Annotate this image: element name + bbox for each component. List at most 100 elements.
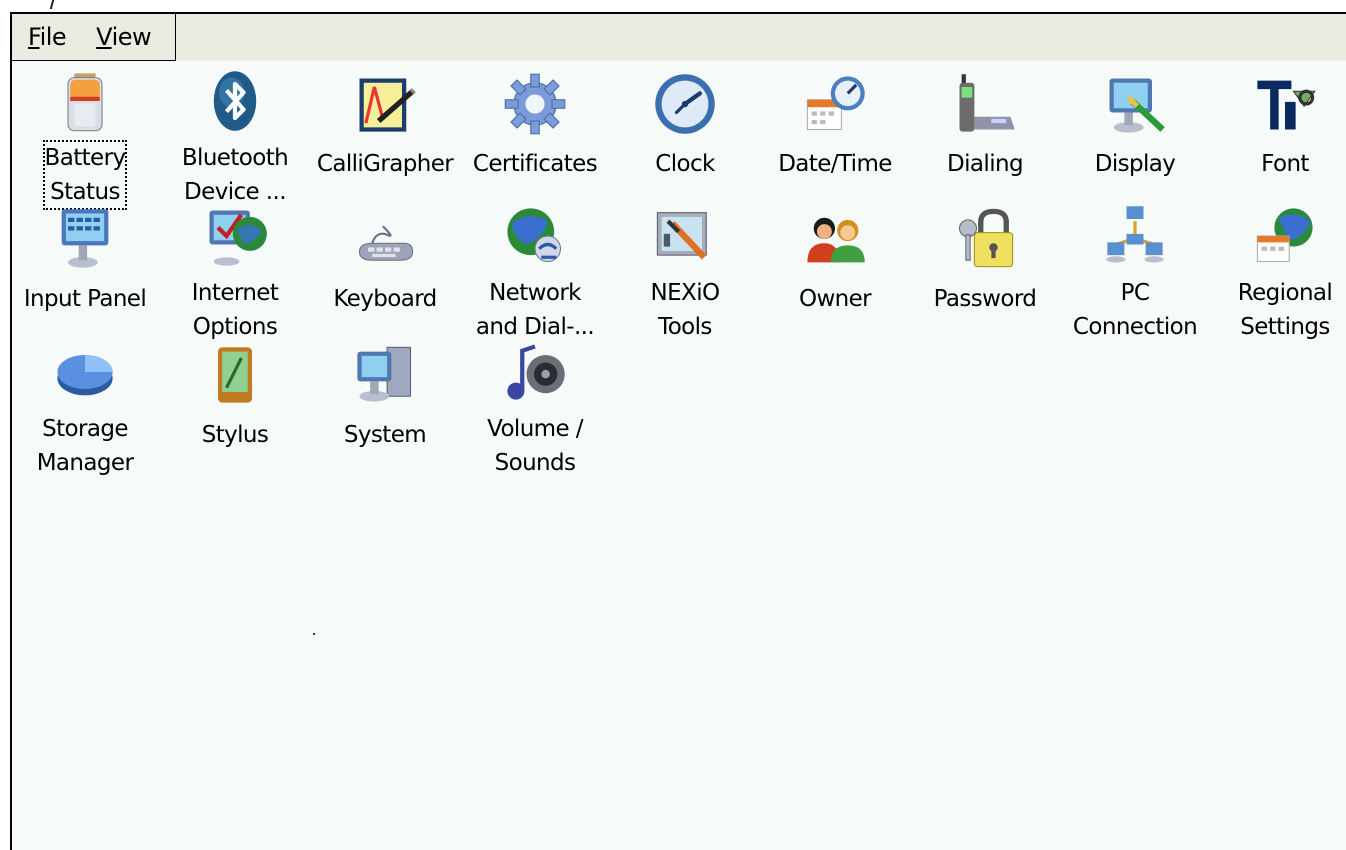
storage-manager-icon: [48, 338, 122, 406]
item-label: Input Panel: [23, 282, 147, 316]
item-label-line2: Sounds: [494, 450, 576, 476]
item-label-line2: Settings: [1240, 314, 1330, 340]
item-label: Date/Time: [777, 147, 893, 181]
item-label-line1: Regional: [1237, 280, 1333, 306]
item-label: Bluetooth Device ...: [181, 141, 289, 209]
control-panel-item-bluetooth[interactable]: Bluetooth Device ...: [160, 67, 310, 205]
item-label-line1: Input Panel: [23, 286, 147, 312]
owner-icon: [798, 202, 872, 276]
regional-settings-icon: [1248, 202, 1322, 270]
item-label: Battery Status: [42, 140, 128, 210]
display-icon: [1098, 67, 1172, 141]
control-panel-item-internet-options[interactable]: Internet Options: [160, 202, 310, 340]
item-label-line1: Stylus: [201, 422, 269, 448]
item-label-line1: Font: [1261, 151, 1309, 177]
network-icon: [498, 202, 572, 270]
bluetooth-icon: [198, 67, 272, 135]
control-panel-item-display[interactable]: Display: [1060, 67, 1210, 197]
dialing-icon: [948, 67, 1022, 141]
item-label-line1: NEXiO: [650, 280, 721, 306]
icon-view: Battery Status Bluetooth Device ... CalliGra…: [12, 62, 1346, 848]
item-label: Keyboard: [332, 282, 437, 316]
font-icon: [1248, 67, 1322, 141]
item-label-line1: Bluetooth: [181, 145, 289, 171]
control-panel-item-system[interactable]: System: [310, 338, 460, 468]
item-label-line2: Manager: [36, 450, 134, 476]
control-panel-item-stylus[interactable]: Stylus: [160, 338, 310, 468]
password-icon: [948, 202, 1022, 276]
item-label-line1: System: [343, 422, 427, 448]
control-panel-item-owner[interactable]: Owner: [760, 202, 910, 332]
item-label: NEXiO Tools: [650, 276, 721, 344]
item-label: System: [343, 418, 427, 452]
item-label: Certificates: [472, 147, 598, 181]
control-panel-item-keyboard[interactable]: Keyboard: [310, 202, 460, 332]
item-label: Display: [1094, 147, 1177, 181]
menu-view[interactable]: View: [96, 23, 151, 51]
control-panel-item-certificates[interactable]: Certificates: [460, 67, 610, 197]
control-panel-item-password[interactable]: Password: [910, 202, 1060, 332]
nexio-tools-icon: [648, 202, 722, 270]
control-panel-item-regional-settings[interactable]: Regional Settings: [1210, 202, 1346, 340]
keyboard-icon: [348, 202, 422, 276]
item-label: CalliGrapher: [316, 147, 454, 181]
item-label: Stylus: [201, 418, 270, 452]
control-panel-item-input-panel[interactable]: Input Panel: [10, 202, 160, 332]
stylus-icon: [198, 338, 272, 412]
datetime-icon: [798, 67, 872, 141]
item-label-line2: Tools: [658, 314, 712, 340]
control-panel-item-volume-sounds[interactable]: Volume / Sounds: [460, 338, 610, 476]
item-label-line1: Display: [1094, 151, 1176, 177]
stray-dot: [313, 633, 315, 635]
item-label: Owner: [798, 282, 872, 316]
menu-group: File View: [12, 14, 176, 61]
control-panel-item-font[interactable]: Font: [1210, 67, 1346, 197]
item-label-line1: PC: [1120, 280, 1150, 306]
item-label: Password: [933, 282, 1038, 316]
item-label-line1: Dialing: [947, 151, 1024, 177]
item-label-line1: Network: [489, 280, 581, 306]
control-panel-item-storage-manager[interactable]: Storage Manager: [10, 338, 160, 476]
item-label: Regional Settings: [1237, 276, 1333, 344]
certificates-icon: [498, 67, 572, 141]
internet-options-icon: [198, 202, 272, 270]
item-label: PC Connection: [1072, 276, 1198, 344]
item-label: Storage Manager: [36, 412, 135, 480]
control-panel-item-battery[interactable]: Battery Status: [10, 67, 160, 210]
input-panel-icon: [48, 202, 122, 276]
item-label: Volume / Sounds: [486, 412, 584, 480]
item-label: Network and Dial-...: [475, 276, 595, 344]
item-label-line1: Certificates: [472, 151, 598, 177]
item-label-line1: Date/Time: [778, 151, 892, 177]
item-label-line1: Clock: [655, 151, 715, 177]
pc-connection-icon: [1098, 202, 1172, 270]
control-panel-item-pc-connection[interactable]: PC Connection: [1060, 202, 1210, 340]
control-panel-item-clock[interactable]: Clock: [610, 67, 760, 197]
control-panel-item-datetime[interactable]: Date/Time: [760, 67, 910, 197]
menu-bar: File View: [12, 14, 1346, 61]
item-label: Dialing: [946, 147, 1024, 181]
menu-file[interactable]: File: [28, 23, 67, 51]
item-label-line2: Connection: [1072, 314, 1198, 340]
system-icon: [348, 338, 422, 412]
item-label-line1: Keyboard: [333, 286, 437, 312]
item-label: Font: [1260, 147, 1310, 181]
battery-icon: [48, 67, 122, 135]
control-panel-item-nexio-tools[interactable]: NEXiO Tools: [610, 202, 760, 340]
item-label-line1: CalliGrapher: [316, 151, 454, 177]
clock-icon: [648, 67, 722, 141]
control-panel-item-network[interactable]: Network and Dial-...: [460, 202, 610, 340]
control-panel-window: File View Battery Status Bluetooth Device .…: [10, 12, 1346, 850]
item-label-line1: Password: [933, 286, 1037, 312]
item-label: Internet Options: [191, 276, 280, 344]
calligrapher-icon: [348, 67, 422, 141]
volume-sounds-icon: [498, 338, 572, 406]
item-label-line1: Owner: [798, 286, 872, 312]
item-label-line1: Battery: [44, 145, 127, 171]
stray-mark: [49, 0, 55, 9]
control-panel-item-calligrapher[interactable]: CalliGrapher: [310, 67, 460, 197]
item-label-line1: Internet: [191, 280, 279, 306]
item-label-line1: Volume /: [487, 416, 583, 442]
control-panel-item-dialing[interactable]: Dialing: [910, 67, 1060, 197]
item-label: Clock: [654, 147, 716, 181]
